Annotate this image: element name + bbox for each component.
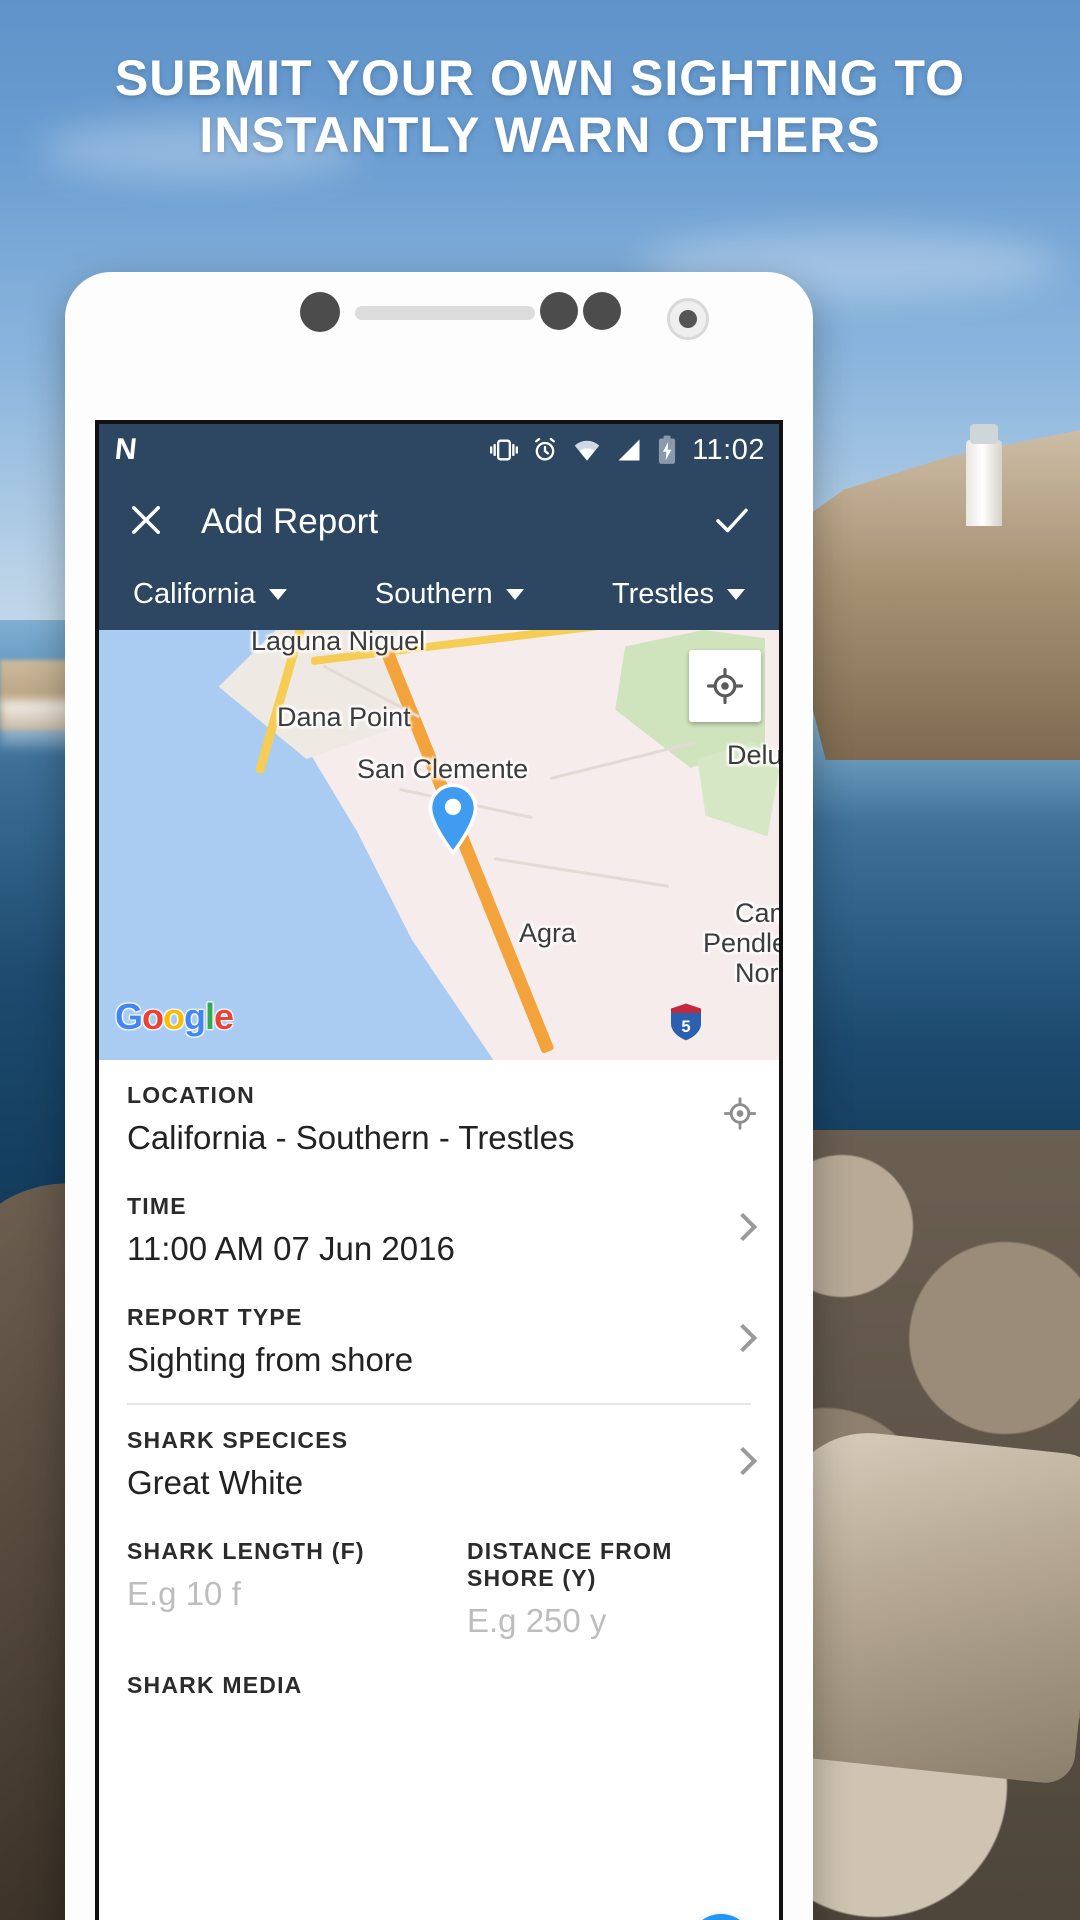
field-location-label: LOCATION bbox=[127, 1082, 255, 1108]
chevron-down-icon bbox=[268, 588, 287, 600]
map-label: Pendleto bbox=[703, 928, 779, 958]
field-shark-species-label: SHARK SPECICES bbox=[127, 1427, 349, 1453]
phone-bezel-top bbox=[65, 272, 813, 420]
field-location[interactable]: LOCATION California - Southern - Trestle… bbox=[99, 1060, 779, 1171]
status-bar: N 11:02 bbox=[99, 424, 779, 476]
app-bar: Add Report bbox=[99, 476, 779, 568]
chevron-right-icon bbox=[728, 1323, 758, 1352]
field-shark-media-label: SHARK MEDIA bbox=[127, 1672, 303, 1698]
field-shark-length[interactable]: SHARK LENGTH (F) E.g 10 f bbox=[99, 1516, 439, 1654]
lighthouse bbox=[966, 424, 1002, 526]
spinner-spot-label: Trestles bbox=[611, 577, 715, 610]
phone-mockup: N 11:02 Add Report California Southern T… bbox=[65, 272, 813, 1920]
phone-screen: N 11:02 Add Report California Southern T… bbox=[95, 420, 783, 1920]
spinner-state-label: California bbox=[133, 577, 256, 610]
alarm-icon bbox=[531, 436, 559, 464]
battery-charging-icon bbox=[656, 435, 678, 465]
front-camera-icon bbox=[300, 292, 340, 332]
android-n-logo-icon: N bbox=[113, 433, 139, 466]
headline-line-2: INSTANTLY WARN OTHERS bbox=[199, 107, 881, 163]
spinner-region-label: Southern bbox=[374, 577, 493, 610]
map-label: Deluz bbox=[727, 740, 779, 770]
google-letter: g bbox=[184, 996, 206, 1037]
map-label: San Clemente bbox=[357, 754, 529, 784]
spinner-spot[interactable]: Trestles bbox=[611, 577, 746, 611]
google-attribution-logo: Google bbox=[115, 996, 234, 1038]
google-letter: G bbox=[115, 996, 143, 1037]
distance-from-shore-input[interactable]: E.g 250 y bbox=[467, 1602, 759, 1640]
vibrate-icon bbox=[490, 436, 519, 464]
highway-number: 5 bbox=[681, 1017, 690, 1036]
check-icon[interactable] bbox=[711, 499, 753, 546]
map-label: Agra bbox=[519, 918, 577, 948]
location-pin-icon[interactable] bbox=[426, 783, 480, 855]
map-label: Laguna Niguel bbox=[251, 630, 426, 656]
spinner-state[interactable]: California bbox=[133, 578, 287, 611]
map-label: Dana Point bbox=[277, 702, 411, 732]
google-letter: e bbox=[214, 996, 234, 1037]
field-location-value: California - Southern - Trestles bbox=[127, 1119, 575, 1156]
field-report-type-value: Sighting from shore bbox=[127, 1341, 414, 1378]
map-label: Camp bbox=[735, 898, 779, 928]
add-photo-button[interactable] bbox=[689, 1914, 753, 1920]
spinner-region[interactable]: Southern bbox=[375, 578, 524, 611]
chevron-down-icon bbox=[505, 588, 524, 600]
google-letter: l bbox=[205, 996, 215, 1037]
field-shark-media: SHARK MEDIA bbox=[99, 1654, 779, 1699]
measurements-row: SHARK LENGTH (F) E.g 10 f DISTANCE FROM … bbox=[99, 1516, 779, 1654]
map-view[interactable]: Laguna Niguel Dana Point San Clemente De… bbox=[99, 630, 779, 1060]
chevron-down-icon bbox=[727, 588, 746, 600]
highway-shield-icon: 5 bbox=[669, 1002, 703, 1042]
field-time[interactable]: TIME 11:00 AM 07 Jun 2016 bbox=[99, 1171, 779, 1282]
my-location-button[interactable] bbox=[689, 650, 761, 722]
map-label: North bbox=[735, 958, 779, 988]
field-distance-from-shore[interactable]: DISTANCE FROM SHORE (Y) E.g 250 y bbox=[439, 1516, 779, 1654]
field-time-label: TIME bbox=[127, 1193, 187, 1219]
report-form: LOCATION California - Southern - Trestle… bbox=[99, 1060, 779, 1920]
headline: SUBMIT YOUR OWN SIGHTING TO INSTANTLY WA… bbox=[0, 50, 1080, 164]
headline-line-1: SUBMIT YOUR OWN SIGHTING TO bbox=[114, 50, 966, 106]
secondary-camera-icon bbox=[667, 298, 709, 340]
earpiece-speaker bbox=[355, 306, 535, 320]
shark-length-input[interactable]: E.g 10 f bbox=[127, 1575, 419, 1613]
light-sensor bbox=[583, 292, 621, 330]
google-letter: o bbox=[142, 996, 164, 1037]
close-icon[interactable] bbox=[125, 499, 167, 546]
field-distance-from-shore-label: DISTANCE FROM SHORE (Y) bbox=[467, 1538, 673, 1591]
field-shark-species[interactable]: SHARK SPECICES Great White bbox=[99, 1405, 779, 1516]
wifi-icon bbox=[572, 436, 602, 464]
proximity-sensor bbox=[540, 292, 578, 330]
chevron-right-icon bbox=[728, 1446, 758, 1475]
field-report-type[interactable]: REPORT TYPE Sighting from shore bbox=[99, 1282, 779, 1393]
signal-icon bbox=[615, 436, 643, 464]
location-spinner-row: California Southern Trestles bbox=[99, 568, 779, 630]
page-title: Add Report bbox=[201, 502, 379, 541]
chevron-right-icon bbox=[728, 1212, 758, 1241]
field-shark-species-value: Great White bbox=[127, 1464, 304, 1501]
field-shark-length-label: SHARK LENGTH (F) bbox=[127, 1538, 365, 1564]
status-bar-clock: 11:02 bbox=[692, 433, 765, 466]
field-time-value: 11:00 AM 07 Jun 2016 bbox=[127, 1230, 455, 1267]
field-report-type-label: REPORT TYPE bbox=[127, 1304, 303, 1330]
google-letter: o bbox=[163, 996, 185, 1037]
my-location-icon[interactable] bbox=[723, 1096, 757, 1135]
